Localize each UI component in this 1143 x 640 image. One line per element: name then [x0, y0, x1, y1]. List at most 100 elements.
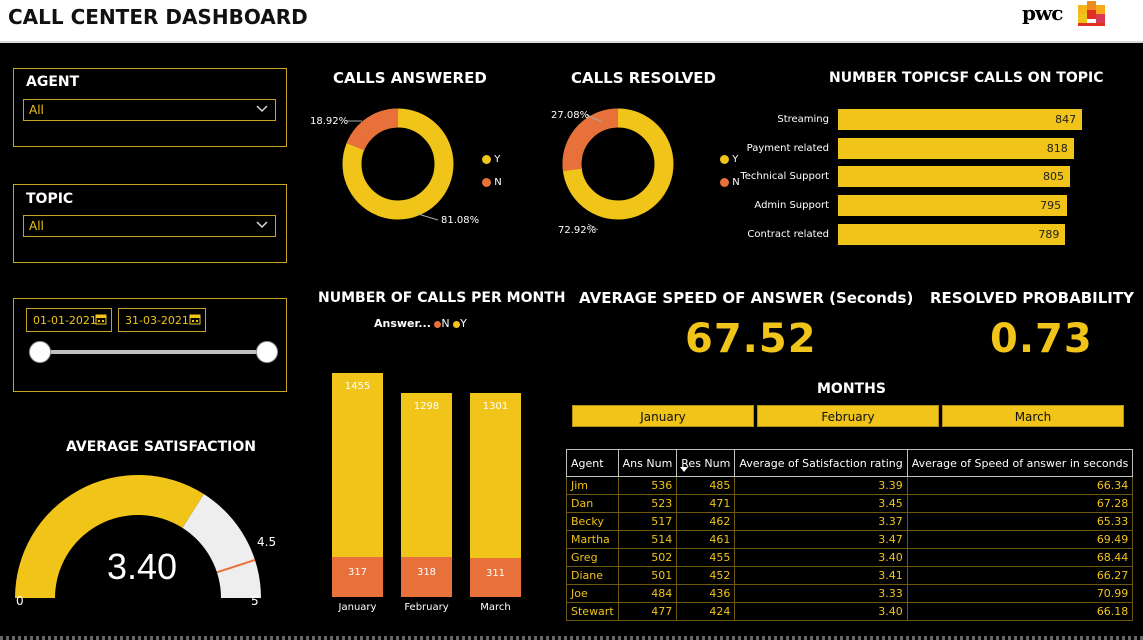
- agent-table: Agent Ans Num Res Num Average of Satisfa…: [566, 449, 1134, 621]
- answered-n-label: 18.92%: [310, 116, 349, 127]
- legend-dot-n: [482, 177, 491, 187]
- column-header-ans-num[interactable]: Ans Num: [617, 449, 678, 477]
- gauge-min-label: 0: [16, 594, 24, 608]
- legend-dot-y: [720, 154, 729, 164]
- topic-bar-label: Admin Support: [754, 200, 829, 212]
- agent-dropdown-value: All: [29, 103, 44, 117]
- x-tick-label: March: [480, 602, 511, 613]
- table-cell: 462: [676, 512, 736, 531]
- table-cell: 461: [676, 530, 736, 549]
- calls-resolved-title: CALLS RESOLVED: [571, 69, 716, 87]
- table-cell: 70.99: [906, 584, 1134, 603]
- table-cell: 436: [676, 584, 736, 603]
- column-header-agent[interactable]: Agent: [566, 449, 619, 477]
- table-cell: 424: [676, 602, 736, 621]
- months-slicer-title: MONTHS: [817, 381, 886, 397]
- table-cell: Becky: [566, 512, 619, 531]
- pwc-logo: pwc: [1020, 1, 1110, 29]
- month-button-march[interactable]: March: [942, 405, 1124, 427]
- calendar-icon[interactable]: [189, 313, 201, 325]
- avg-satisfaction-title: AVERAGE SATISFACTION: [66, 439, 256, 455]
- bar-segment-y[interactable]: [470, 393, 521, 558]
- column-header-speed[interactable]: Average of Speed of answer in seconds: [906, 449, 1134, 477]
- month-button-february[interactable]: February: [757, 405, 939, 427]
- start-date-value: 01-01-2021: [33, 314, 97, 327]
- topics-chart-title: NUMBER TOPICSF CALLS ON TOPIC: [829, 70, 1104, 86]
- calls-per-month-legend: Answer... N Y: [374, 317, 467, 330]
- x-tick-label: January: [338, 602, 377, 613]
- satisfaction-gauge: [15, 475, 261, 598]
- topic-bar-value: 818: [1046, 141, 1068, 155]
- table-row[interactable]: Stewart 477 424 3.40 66.18: [566, 602, 1134, 621]
- table-row[interactable]: Diane 501 452 3.41 66.27: [566, 566, 1134, 585]
- answered-legend-y: Y: [482, 154, 500, 165]
- start-date-input[interactable]: 01-01-2021: [26, 308, 112, 332]
- table-cell: 3.47: [734, 530, 908, 549]
- table-cell: 501: [617, 566, 678, 585]
- table-cell: 67.28: [906, 494, 1134, 513]
- date-slider-start-handle[interactable]: [29, 341, 51, 363]
- resolved-probability-value: 0.73: [990, 316, 1093, 362]
- table-cell: Joe: [566, 584, 619, 603]
- table-cell: Greg: [566, 548, 619, 567]
- topic-dropdown[interactable]: All: [23, 215, 276, 237]
- table-cell: 452: [676, 566, 736, 585]
- topic-bar-value: 795: [1040, 199, 1062, 213]
- topic-bar-label: Contract related: [747, 228, 829, 240]
- gauge-remaining-arc: [182, 494, 261, 598]
- header-bar: CALL CENTER DASHBOARD pwc: [0, 0, 1143, 43]
- gauge-target-label: 4.5: [257, 535, 277, 549]
- avg-speed-title: AVERAGE SPEED OF ANSWER (Seconds): [579, 289, 914, 307]
- bar-segment-y[interactable]: [401, 392, 452, 557]
- table-cell: 517: [617, 512, 678, 531]
- table-header-row: Agent Ans Num Res Num Average of Satisfa…: [566, 449, 1134, 477]
- logo-text: pwc: [1022, 1, 1063, 25]
- table-cell: Martha: [566, 530, 619, 549]
- table-cell: 3.41: [734, 566, 908, 585]
- table-cell: 471: [676, 494, 736, 513]
- table-row[interactable]: Greg 502 455 3.40 68.44: [566, 548, 1134, 567]
- resolved-probability-title: RESOLVED PROBABILITY: [930, 289, 1134, 307]
- gauge-max-label: 5: [251, 594, 259, 608]
- table-cell: 69.49: [906, 530, 1134, 549]
- resolved-legend-y: Y: [720, 154, 738, 165]
- table-cell: 3.40: [734, 602, 908, 621]
- table-row[interactable]: Dan 523 471 3.45 67.28: [566, 494, 1134, 513]
- bar-label-y: 1298: [413, 400, 440, 412]
- bar-label-y: 1301: [482, 401, 509, 413]
- column-header-satisfaction[interactable]: Average of Satisfaction rating: [734, 449, 908, 477]
- table-cell: 3.45: [734, 494, 908, 513]
- column-header-res-num[interactable]: Res Num: [676, 449, 736, 477]
- topic-bar-value: 805: [1042, 170, 1064, 184]
- table-cell: 484: [617, 584, 678, 603]
- date-slider-end-handle[interactable]: [256, 341, 278, 363]
- agent-filter-label: AGENT: [26, 74, 80, 90]
- table-row[interactable]: Jim 536 485 3.39 66.34: [566, 476, 1134, 495]
- calls-per-month-title: NUMBER OF CALLS PER MONTH: [318, 290, 566, 306]
- table-cell: 66.34: [906, 476, 1134, 495]
- resolved-n-label: 27.08%: [551, 110, 590, 121]
- table-row[interactable]: Martha 514 461 3.47 69.49: [566, 530, 1134, 549]
- table-row[interactable]: Becky 517 462 3.37 65.33: [566, 512, 1134, 531]
- calendar-icon[interactable]: [95, 313, 107, 325]
- table-cell: Jim: [566, 476, 619, 495]
- bar-label-n: 318: [416, 566, 437, 578]
- table-cell: 485: [676, 476, 736, 495]
- resolved-y-label: 72.92%: [558, 225, 597, 236]
- bar-label-n: 311: [485, 567, 506, 579]
- table-row[interactable]: Joe 484 436 3.33 70.99: [566, 584, 1134, 603]
- table-cell: Stewart: [566, 602, 619, 621]
- topic-filter-label: TOPIC: [26, 191, 74, 207]
- month-button-january[interactable]: January: [572, 405, 754, 427]
- end-date-value: 31-03-2021: [125, 314, 189, 327]
- sort-desc-icon: [680, 467, 689, 472]
- table-cell: 502: [617, 548, 678, 567]
- table-cell: 455: [676, 548, 736, 567]
- agent-dropdown[interactable]: All: [23, 99, 276, 121]
- date-range-slider-track[interactable]: [40, 350, 267, 354]
- legend-dot-n: [720, 177, 729, 187]
- table-cell: 68.44: [906, 548, 1134, 567]
- table-cell: 3.40: [734, 548, 908, 567]
- bar-segment-y[interactable]: [332, 373, 383, 557]
- end-date-input[interactable]: 31-03-2021: [118, 308, 206, 332]
